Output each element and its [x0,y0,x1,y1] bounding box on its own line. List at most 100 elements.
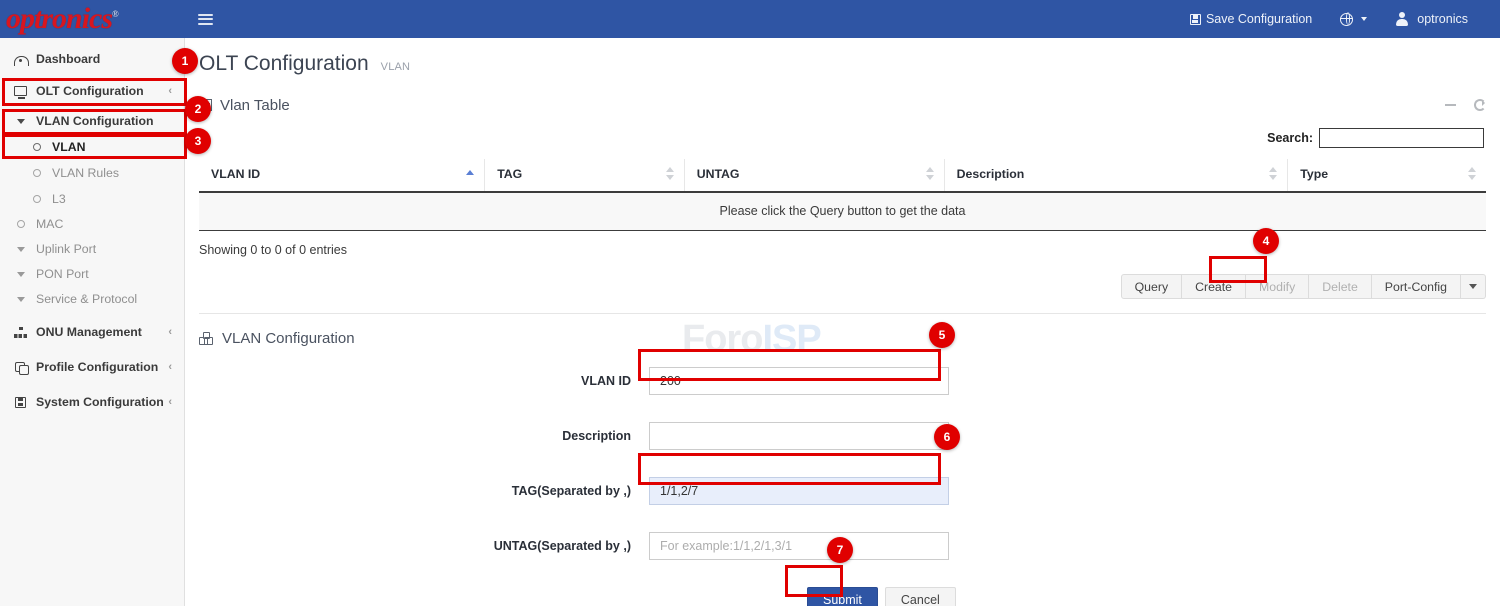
sidebar-item-service-protocol[interactable]: Service & Protocol [0,287,184,311]
sidebar-item-vlan-rules[interactable]: VLAN Rules [0,160,184,185]
column-header-tag[interactable]: TAG [485,159,684,192]
annotation-badge-6: 6 [934,424,960,450]
modify-button: Modify [1246,274,1309,299]
chevron-down-icon [1361,17,1367,21]
save-configuration-button[interactable]: Save Configuration [1176,0,1326,38]
circle-icon [30,143,43,151]
untag-input[interactable] [649,532,949,560]
caret-down-icon [14,247,27,252]
caret-down-icon [14,119,27,124]
language-selector[interactable] [1326,0,1381,38]
annotation-badge-7: 7 [827,537,853,563]
caret-down-icon [14,297,27,302]
application-root: optronics® Save Configuration optronics [0,0,1500,606]
sidebar-item-system-configuration[interactable]: System Configuration ‹ [0,388,184,416]
annotation-badge-4: 4 [1253,228,1279,254]
chevron-left-icon: ‹ [168,327,172,338]
sidebar-item-uplink-port[interactable]: Uplink Port [0,237,184,261]
sidebar-item-profile-configuration[interactable]: Profile Configuration ‹ [0,353,184,381]
search-label: Search: [1267,131,1313,145]
hamburger-menu-icon[interactable] [185,0,225,38]
annotation-badge-2: 2 [185,96,211,122]
sidebar-item-vlan-configuration[interactable]: VLAN Configuration [0,109,184,133]
sort-icon [926,167,934,180]
column-label: UNTAG [697,167,740,181]
sidebar-item-olt-configuration[interactable]: OLT Configuration ‹ [0,77,184,105]
sidebar-item-dashboard[interactable]: Dashboard [0,45,184,73]
field-row-vlan-id: VLAN ID [199,367,1486,395]
user-icon [1395,12,1409,26]
save-configuration-label: Save Configuration [1206,12,1312,26]
sidebar-item-vlan[interactable]: VLAN [0,134,184,159]
chevron-left-icon: ‹ [168,86,172,97]
submit-button[interactable]: Submit [807,587,878,606]
sort-icon [666,167,674,180]
column-header-untag[interactable]: UNTAG [684,159,944,192]
sidebar-item-label: ONU Management [36,325,142,339]
brand-logo[interactable]: optronics® [0,0,185,38]
column-header-description[interactable]: Description [944,159,1288,192]
port-config-dropdown-toggle[interactable] [1461,274,1486,299]
column-label: TAG [497,167,522,181]
page-title: OLT Configuration [199,52,369,76]
column-header-type[interactable]: Type [1288,159,1486,192]
create-button[interactable]: Create [1182,274,1246,299]
chevron-left-icon: ‹ [168,397,172,408]
field-label: TAG(Separated by ,) [199,484,649,498]
sidebar-item-label: Service & Protocol [36,292,137,306]
minimize-icon[interactable] [1445,104,1456,107]
field-row-description: Description [199,422,1486,450]
dashboard-icon [14,54,27,65]
monitor-icon [14,86,27,96]
field-label: UNTAG(Separated by ,) [199,539,649,553]
table-search-row: Search: [199,128,1486,148]
query-button[interactable]: Query [1121,274,1183,299]
sidebar-item-onu-management[interactable]: ONU Management ‹ [0,318,184,346]
sidebar-item-pon-port[interactable]: PON Port [0,262,184,286]
form-title: VLAN Configuration [222,330,355,347]
search-input[interactable] [1319,128,1484,148]
sidebar-item-label: Dashboard [36,52,100,66]
table-row: Please click the Query button to get the… [199,192,1486,231]
sidebar-item-mac[interactable]: MAC [0,212,184,236]
annotation-badge-3: 3 [185,128,211,154]
sidebar-item-label: L3 [52,192,66,206]
breadcrumb: VLAN [381,61,411,73]
panel-title: Vlan Table [220,97,290,114]
field-row-tag: TAG(Separated by ,) [199,477,1486,505]
sidebar-item-label: VLAN Rules [52,166,119,180]
sidebar-item-label: PON Port [36,267,89,281]
description-input[interactable] [649,422,949,450]
tag-input[interactable] [649,477,949,505]
user-name-label: optronics [1417,12,1468,26]
column-label: Description [957,167,1025,181]
field-label: Description [199,429,649,443]
refresh-icon[interactable] [1474,99,1486,111]
sidebar-item-label: VLAN [52,140,85,154]
registered-mark-icon: ® [112,9,118,19]
panel-header: Vlan Table [199,92,1486,118]
table-empty-message: Please click the Query button to get the… [199,192,1486,231]
vlan-id-input[interactable] [649,367,949,395]
annotation-badge-1: 1 [172,48,198,74]
top-header-bar: optronics® Save Configuration optronics [0,0,1500,38]
panel-tools [1445,99,1486,111]
column-label: Type [1300,167,1328,181]
sidebar-item-label: System Configuration [36,395,164,409]
sidebar-item-label: MAC [36,217,63,231]
cancel-button[interactable]: Cancel [885,587,956,606]
globe-icon [1340,13,1353,26]
disk-icon [14,397,27,408]
annotation-badge-5: 5 [929,322,955,348]
port-config-button[interactable]: Port-Config [1372,274,1461,299]
main-content: OLT Configuration VLAN Vlan Table Search… [185,38,1500,606]
sidebar-item-l3[interactable]: L3 [0,186,184,211]
page-header: OLT Configuration VLAN [185,38,1500,76]
column-label: VLAN ID [211,167,260,181]
circle-icon [30,195,43,203]
vlan-table-panel: Vlan Table Search: [199,92,1486,314]
table-action-buttons: Query Create Modify Delete Port-Config [199,274,1486,314]
field-label: VLAN ID [199,374,649,388]
column-header-vlan-id[interactable]: VLAN ID [199,159,485,192]
user-menu[interactable]: optronics [1381,0,1482,38]
